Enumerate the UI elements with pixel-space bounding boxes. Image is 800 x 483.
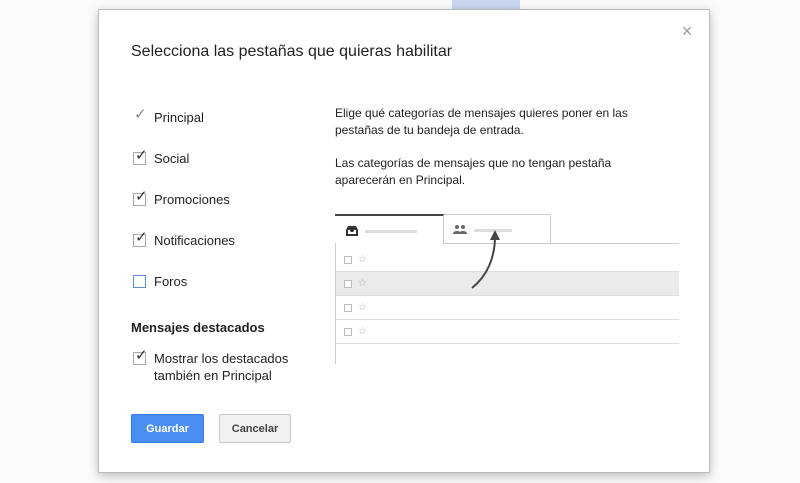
notificaciones-checkbox[interactable]: ✓ bbox=[133, 230, 148, 247]
starred-option[interactable]: ✓ Mostrar los destacados también en Prin… bbox=[133, 348, 324, 384]
save-button[interactable]: Guardar bbox=[131, 414, 204, 443]
dialog-title: Selecciona las pestañas que quieras habi… bbox=[131, 43, 453, 60]
background-tab bbox=[452, 0, 520, 9]
tabs-preview: ☆ ☆ ☆ ☆ bbox=[335, 214, 679, 364]
category-notificaciones[interactable]: ✓ Notificaciones bbox=[133, 230, 235, 249]
category-label: Notificaciones bbox=[154, 232, 235, 248]
tabs-settings-dialog: Selecciona las pestañas que quieras habi… bbox=[98, 9, 710, 473]
category-foros[interactable]: Foros bbox=[133, 272, 187, 290]
category-label: Principal bbox=[154, 109, 204, 125]
category-principal: ✓ Principal bbox=[133, 105, 204, 126]
category-label: Foros bbox=[154, 273, 188, 289]
description-paragraph-1: Elige qué categorías de mensajes quieres… bbox=[335, 106, 628, 137]
foros-checkbox[interactable] bbox=[133, 274, 146, 288]
category-promociones[interactable]: ✓ Promociones bbox=[133, 189, 230, 208]
close-icon[interactable]: × bbox=[679, 22, 695, 40]
social-checkbox[interactable]: ✓ bbox=[133, 148, 148, 165]
locked-check-icon: ✓ bbox=[134, 105, 147, 123]
category-label: Social bbox=[154, 150, 190, 166]
curved-arrow-icon bbox=[471, 230, 500, 289]
category-label: Promociones bbox=[154, 191, 230, 207]
description-paragraph-2: Las categorías de mensajes que no tengan… bbox=[335, 156, 612, 187]
starred-option-label: Mostrar los destacados también en Princi… bbox=[154, 351, 289, 383]
category-social[interactable]: ✓ Social bbox=[133, 148, 190, 167]
starred-section-title: Mensajes destacados bbox=[131, 320, 265, 335]
cancel-button[interactable]: Cancelar bbox=[219, 414, 291, 443]
starred-checkbox[interactable]: ✓ bbox=[133, 348, 148, 365]
promociones-checkbox[interactable]: ✓ bbox=[133, 189, 148, 206]
